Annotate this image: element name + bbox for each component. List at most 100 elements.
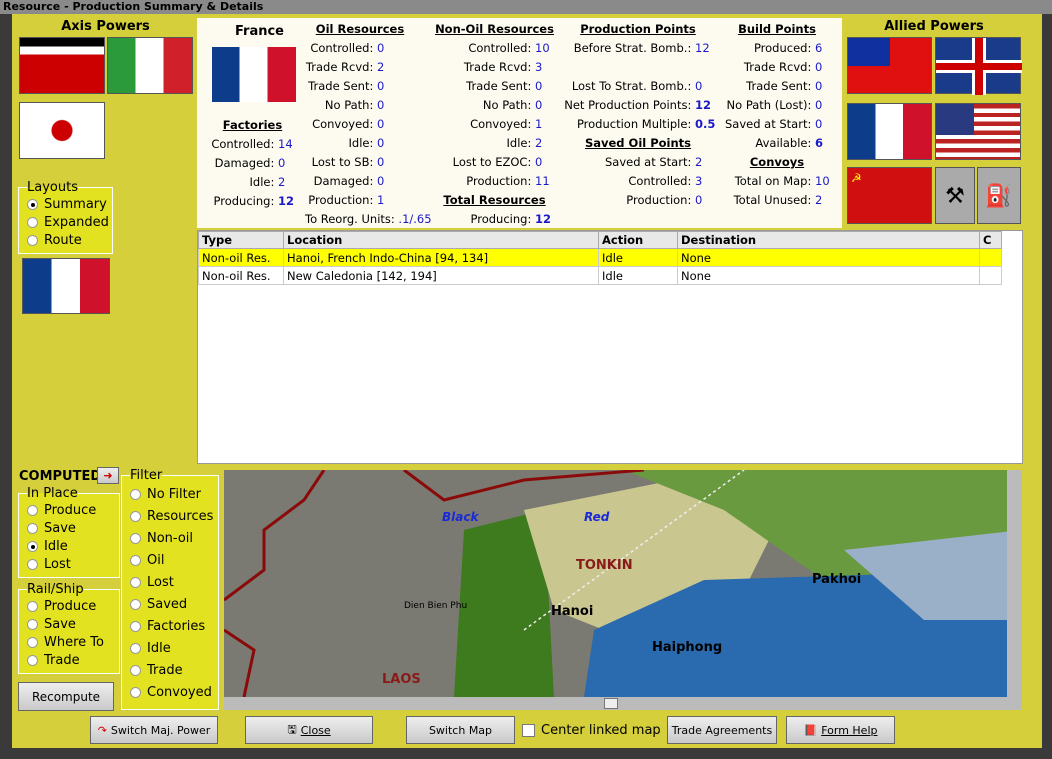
convoys-row: Total on Map: 10 (734, 174, 830, 188)
railship-whereto[interactable]: Where To (27, 633, 119, 651)
map-terrain (224, 470, 1022, 697)
oil-row: Trade Rcvd: 2 (305, 60, 385, 74)
nonoil-row: No Path: 0 (482, 98, 543, 112)
center-linked-map-checkbox[interactable]: Center linked map (522, 723, 661, 738)
switch-map-button[interactable]: Switch Map (406, 716, 515, 744)
oil-row: No Path: 0 (324, 98, 385, 112)
pp-row: Production Multiple: 0.5 (576, 117, 716, 131)
inplace-produce[interactable]: Produce (27, 501, 119, 519)
map-label-dien-bien-phu: Dien Bien Phu (404, 601, 468, 611)
recompute-button[interactable]: Recompute (18, 682, 114, 711)
filter-option[interactable]: Non-oil (130, 527, 218, 549)
map-horizontal-scrollbar[interactable] (224, 697, 1022, 710)
factories-row: Controlled: 14 (211, 137, 293, 151)
railship-trade[interactable]: Trade (27, 651, 119, 669)
pp-row: Lost To Strat. Bomb.: 0 (571, 79, 703, 93)
map-label-pakhoi[interactable]: Pakhoi (812, 572, 861, 587)
china-flag[interactable] (847, 37, 932, 94)
map-view[interactable]: Black Red TONKIN Dien Bien Phu Hanoi Hai… (224, 470, 1022, 697)
convoys-row: Total Unused: 2 (733, 193, 823, 207)
japan-flag[interactable] (19, 102, 105, 159)
nonoil-row: Controlled: 10 (468, 41, 550, 55)
help-book-icon: 📕 (803, 723, 818, 737)
filter-option[interactable]: No Filter (130, 483, 218, 505)
map-vertical-scrollbar[interactable] (1007, 470, 1022, 697)
layouts-title: Layouts (27, 180, 78, 195)
savedoil-row: Production: 0 (626, 193, 703, 207)
oil-row: To Reorg. Units: .1/.65 (305, 212, 432, 226)
railship-group: Rail/Ship Produce Save Where To Trade (18, 582, 120, 674)
filter-option[interactable]: Factories (130, 615, 218, 637)
nonoil-title: Non-Oil Resources (435, 22, 554, 36)
oil-derrick-icon[interactable]: ⛽ (977, 167, 1021, 224)
country-name: France (234, 24, 284, 39)
nonoil-row: Idle: 2 (506, 136, 543, 150)
filter-title: Filter (130, 468, 163, 483)
bp-row: Produced: 6 (753, 41, 823, 55)
table-row[interactable]: Non-oil Res. New Caledonia [142, 194] Idle… (198, 266, 1002, 285)
filter-option[interactable]: Idle (130, 637, 218, 659)
nonoil-row: Convoyed: 1 (470, 117, 543, 131)
layout-expanded[interactable]: Expanded (27, 213, 112, 231)
railship-save[interactable]: Save (27, 615, 119, 633)
bp-row: No Path (Lost): 0 (726, 98, 823, 112)
italy-flag[interactable] (107, 37, 193, 94)
resource-table: Type Location Action Destination C Non-oil R… (197, 230, 1023, 464)
col-destination[interactable]: Destination (677, 231, 980, 249)
bp-row: Trade Rcvd: 0 (743, 60, 823, 74)
nonoil-row: Trade Sent: 0 (466, 79, 543, 93)
map-label-laos: LAOS (382, 672, 421, 687)
map-label-black: Black (442, 510, 479, 524)
col-c[interactable]: C (979, 231, 1002, 249)
france-flag-allied[interactable] (847, 103, 932, 160)
layout-summary[interactable]: Summary (27, 195, 112, 213)
filter-option[interactable]: Oil (130, 549, 218, 571)
nonoil-row: Lost to EZOC: 0 (452, 155, 543, 169)
col-type[interactable]: Type (198, 231, 284, 249)
col-action[interactable]: Action (598, 231, 678, 249)
close-icon: 🖫 (287, 722, 297, 736)
convoys-title: Convoys (749, 155, 805, 169)
switch-arrow-icon: ↷ (97, 723, 107, 737)
total-producing: Producing: 12 (470, 212, 552, 226)
railship-produce[interactable]: Produce (27, 597, 119, 615)
ussr-flag[interactable]: ☭ (847, 167, 932, 224)
inplace-lost[interactable]: Lost (27, 555, 119, 573)
uk-flag[interactable] (935, 37, 1022, 95)
map-label-haiphong[interactable]: Haiphong (652, 640, 722, 655)
form-help-button[interactable]: 📕 Form Help (786, 716, 895, 744)
savedoil-row: Controlled: 3 (628, 174, 703, 188)
oil-row: Lost to SB: 0 (311, 155, 385, 169)
table-row[interactable]: Non-oil Res. Hanoi, French Indo-China [94… (198, 248, 1002, 267)
france-flag (212, 47, 296, 102)
pp-row (559, 60, 717, 79)
oil-row: Trade Sent: 0 (308, 79, 385, 93)
switch-power-button[interactable]: ↷ Switch Maj. Power (90, 716, 218, 744)
usa-flag[interactable] (935, 103, 1021, 160)
france-flag-small (22, 258, 110, 314)
inplace-save[interactable]: Save (27, 519, 119, 537)
filter-option[interactable]: Lost (130, 571, 218, 593)
pp-row: Before Strat. Bomb.: 12 (573, 41, 710, 55)
oil-row: Production: 1 (308, 193, 385, 207)
close-button[interactable]: 🖫 Close (245, 716, 373, 744)
inplace-group: In Place Produce Save Idle Lost (18, 486, 120, 578)
oil-row: Convoyed: 0 (312, 117, 385, 131)
trade-agreements-button[interactable]: Trade Agreements (667, 716, 777, 744)
inplace-idle[interactable]: Idle (27, 537, 119, 555)
filter-option[interactable]: Trade (130, 659, 218, 681)
filter-option[interactable]: Saved (130, 593, 218, 615)
bp-row: Available: 6 (755, 136, 824, 150)
total-title: Total Resources (443, 193, 546, 207)
oil-row: Damaged: 0 (313, 174, 385, 188)
nonoil-row: Production: 11 (466, 174, 550, 188)
filter-option[interactable]: Resources (130, 505, 218, 527)
map-label-hanoi[interactable]: Hanoi (551, 604, 593, 619)
mine-icon[interactable]: ⚒ (935, 167, 975, 224)
col-location[interactable]: Location (283, 231, 599, 249)
filter-option[interactable]: Convoyed (130, 681, 218, 703)
computed-arrow-button[interactable]: ➜ (97, 467, 119, 484)
layout-route[interactable]: Route (27, 231, 112, 249)
germany-flag[interactable] (19, 37, 105, 94)
map-label-red: Red (584, 510, 610, 524)
